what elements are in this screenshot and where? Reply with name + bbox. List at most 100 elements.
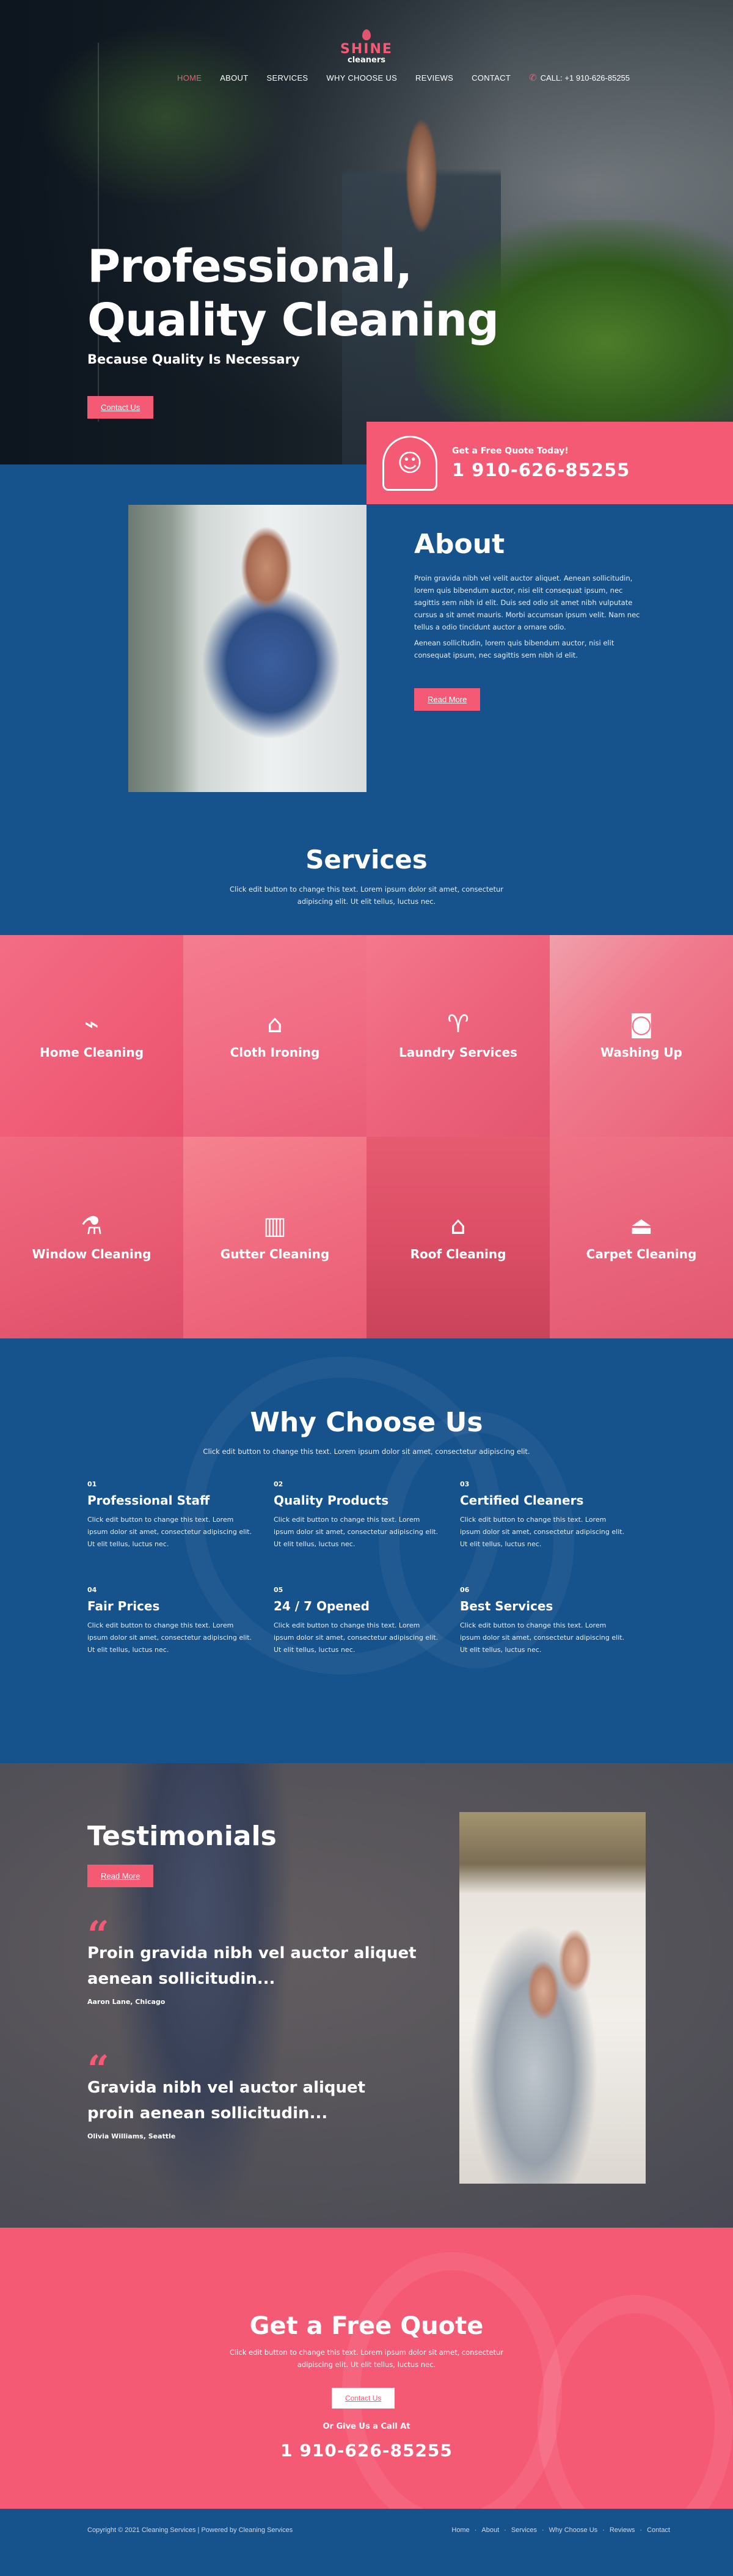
hero-section: SHINE cleaners HOME ABOUT SERVICES WHY C… [0,0,733,464]
feature-number: 03 [460,1480,470,1488]
feature-number: 05 [274,1586,283,1594]
service-label: Home Cleaning [39,1045,144,1060]
service-home-cleaning[interactable]: ⌁ Home Cleaning [0,935,183,1137]
service-washing-up[interactable]: ◙ Washing Up [550,935,733,1137]
nav-why-choose-us[interactable]: WHY CHOOSE US [326,73,397,83]
service-label: Carpet Cleaning [586,1247,697,1261]
nav-phone[interactable]: ✆ CALL: +1 910-626-85255 [529,72,630,83]
feature-description: Click edit button to change this text. L… [87,1621,252,1654]
nav-contact[interactable]: CONTACT [472,73,511,83]
house-icon: ⌂ [450,1212,466,1240]
feature-description: Click edit button to change this text. L… [460,1621,625,1654]
feature-title: Certified Cleaners [460,1493,584,1508]
call-phone[interactable]: 1 910-626-85255 [0,2440,733,2460]
service-label: Roof Cleaning [410,1247,506,1261]
footer-link-contact[interactable]: Contact [647,2526,670,2534]
free-quote-label: Get a Free Quote Today! [452,446,569,456]
feature-number: 02 [274,1480,283,1488]
call-label: Or Give Us a Call At [323,2422,410,2431]
footer-link-services[interactable]: Services [511,2526,537,2534]
testimonial-text: Proin gravida nibh vel auctor aliquet ae… [87,1944,417,1988]
feature-title: Best Services [460,1599,553,1613]
site-logo[interactable]: SHINE cleaners [333,29,400,65]
get-quote-contact-button[interactable]: Contact Us [332,2388,395,2409]
nav-services[interactable]: SERVICES [267,73,308,83]
service-gutter-cleaning[interactable]: ▥ Gutter Cleaning [183,1137,366,1338]
shirt-icon: ♈ [447,1010,469,1038]
feature-title: Professional Staff [87,1493,210,1508]
feature-number: 06 [460,1586,470,1594]
footer-link-about[interactable]: About [481,2526,499,2534]
service-laundry[interactable]: ♈ Laundry Services [366,935,550,1137]
phone-icon: ✆ [529,73,537,83]
service-cloth-ironing[interactable]: ⌂ Cloth Ironing [183,935,366,1137]
feature-title: 24 / 7 Opened [274,1599,370,1613]
feature-description: Click edit button to change this text. L… [87,1516,252,1548]
hero-title: Professional, Quality Cleaning [87,240,515,347]
hero-contact-button[interactable]: Contact Us [87,396,154,419]
testimonial-author: Aaron Lane, Chicago [87,1998,166,2006]
testimonials-section: Testimonials Read More “ Proin gravida n… [0,1763,733,2228]
footer-link-home[interactable]: Home [451,2526,469,2534]
nav-home[interactable]: HOME [177,73,202,83]
testimonials-title: Testimonials [87,1821,277,1852]
service-roof-cleaning[interactable]: ⌂ Roof Cleaning [366,1137,550,1338]
hero-title-line-1: Professional, [87,240,412,293]
service-label: Cloth Ironing [230,1045,320,1060]
services-title: Services [305,845,428,875]
feature-item: 03 Certified Cleaners Click edit button … [460,1480,646,1550]
footer-link-why-choose-us[interactable]: Why Choose Us [549,2526,597,2534]
feature-item: 04 Fair Prices Click edit button to chan… [87,1586,274,1656]
footer-links: Home · About · Services · Why Choose Us · Re… [451,2526,670,2534]
feature-description: Click edit button to change this text. L… [460,1516,625,1548]
hero-title-line-2: Quality Cleaning [87,294,499,347]
hero-subtitle: Because Quality Is Necessary [87,352,300,367]
water-drop-icon [362,29,371,40]
nav-about[interactable]: ABOUT [220,73,248,83]
about-section: ☺ Get a Free Quote Today! 1 910-626-8525… [0,422,733,935]
service-window-cleaning[interactable]: ⚗ Window Cleaning [0,1137,183,1338]
about-read-more-button[interactable]: Read More [414,688,481,711]
feature-item: 01 Professional Staff Click edit button … [87,1480,274,1550]
feature-title: Fair Prices [87,1599,160,1613]
testimonials-read-more-button[interactable]: Read More [87,1865,154,1887]
footer: Copyright © 2021 Cleaning Services | Pow… [0,2509,733,2552]
about-title: About [414,529,505,560]
service-label: Window Cleaning [32,1247,151,1261]
hero-background-foliage [37,24,293,208]
feature-number: 04 [87,1586,97,1594]
about-paragraph-2: Aenean sollicitudin, lorem quis bibendum… [414,639,614,659]
broom-icon: ⌁ [84,1010,100,1038]
why-choose-us-section: Why Choose Us Click edit button to chang… [0,1338,733,1763]
service-label: Gutter Cleaning [220,1247,330,1261]
nav-phone-text: CALL: +1 910-626-85255 [540,73,630,83]
gutter-icon: ▥ [263,1212,286,1240]
about-image [128,505,366,792]
get-quote-section: Get a Free Quote Click edit button to ch… [0,2228,733,2509]
get-quote-title: Get a Free Quote [249,2312,484,2340]
background-drop-decoration [342,2252,562,2509]
feature-item: 02 Quality Products Click edit button to… [274,1480,460,1550]
iron-icon: ⌂ [267,1010,283,1038]
why-features-grid: 01 Professional Staff Click edit button … [87,1480,649,1656]
spray-bottle-icon: ⚗ [81,1212,103,1240]
free-quote-banner: ☺ Get a Free Quote Today! 1 910-626-8525… [366,422,733,504]
why-description: Click edit button to change this text. L… [203,1447,530,1456]
logo-subtitle: cleaners [348,56,385,65]
about-paragraph-1: Proin gravida nibh vel velit auctor aliq… [414,574,640,631]
service-label: Washing Up [600,1045,682,1060]
feature-item: 05 24 / 7 Opened Click edit button to ch… [274,1586,460,1656]
feature-description: Click edit button to change this text. L… [274,1516,439,1548]
cleaner-person-icon: ☺ [382,435,437,491]
get-quote-description: Click edit button to change this text. L… [229,2348,504,2369]
vacuum-icon: ⏏ [630,1212,653,1240]
testimonial-author: Olivia Williams, Seattle [87,2132,176,2140]
nav-reviews[interactable]: REVIEWS [415,73,453,83]
service-label: Laundry Services [399,1045,517,1060]
free-quote-phone[interactable]: 1 910-626-85255 [452,460,630,480]
feature-description: Click edit button to change this text. L… [274,1621,439,1654]
main-nav: HOME ABOUT SERVICES WHY CHOOSE US REVIEW… [177,72,630,83]
service-carpet-cleaning[interactable]: ⏏ Carpet Cleaning [550,1137,733,1338]
why-title: Why Choose Us [250,1407,483,1438]
footer-link-reviews[interactable]: Reviews [610,2526,635,2534]
